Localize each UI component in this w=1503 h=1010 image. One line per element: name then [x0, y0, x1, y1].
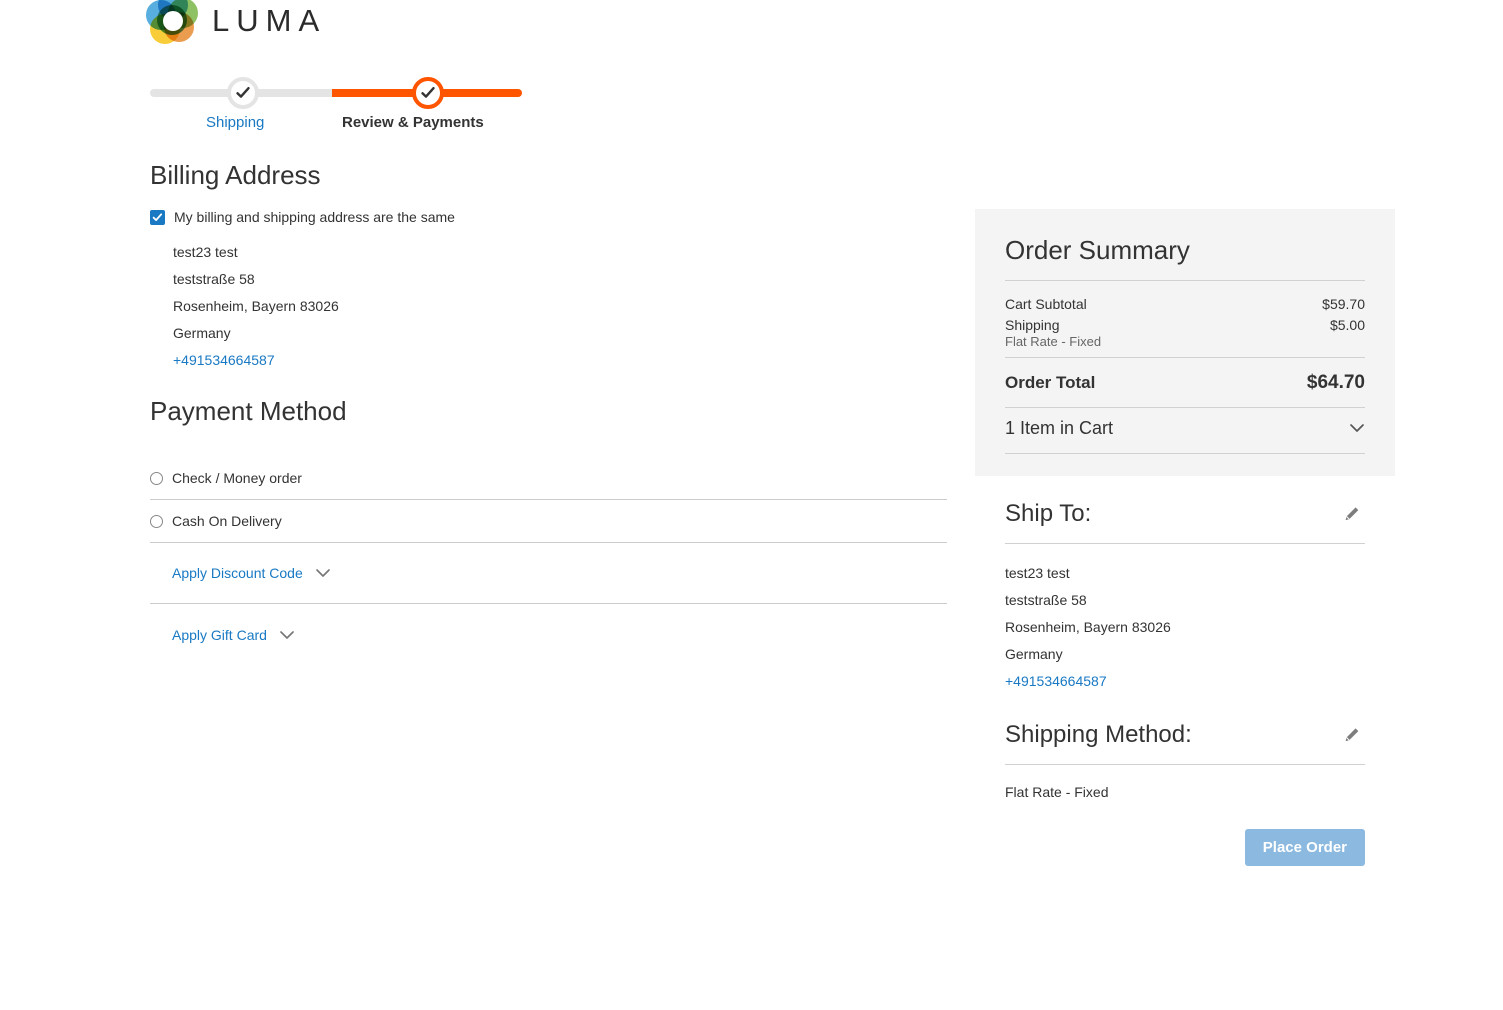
ship-to-header: Ship To: — [1005, 500, 1365, 529]
checkout-main-column: Billing Address My billing and shipping … — [150, 160, 947, 665]
totals-label: Cart Subtotal — [1005, 296, 1087, 313]
billing-street: teststraße 58 — [173, 271, 255, 288]
totals-value: $5.00 — [1329, 317, 1365, 334]
check-icon — [234, 84, 252, 102]
ship-to-title: Ship To: — [1005, 500, 1092, 528]
checkout-sidebar: Order Summary Cart Subtotal $59.70 Shipp… — [975, 209, 1395, 866]
order-total-value: $64.70 — [1306, 372, 1365, 394]
order-summary-title: Order Summary — [1005, 235, 1190, 265]
ship-to-street: teststraße 58 — [1005, 591, 1087, 608]
payment-method-title: Payment Method — [150, 396, 347, 427]
ship-to-country: Germany — [1005, 645, 1063, 662]
payment-method-option-cash-on-delivery[interactable]: Cash On Delivery — [150, 500, 947, 544]
totals-value: $59.70 — [1322, 296, 1365, 313]
checkout-progress-bar: Shipping Review & Payments — [150, 70, 530, 140]
billing-telephone-link[interactable]: +491534664587 — [173, 347, 947, 374]
progress-label-shipping[interactable]: Shipping — [206, 114, 264, 131]
billing-country: Germany — [173, 325, 231, 342]
site-logo[interactable]: LUMA — [146, 0, 327, 46]
cart-items-label: 1 Item in Cart — [1005, 418, 1114, 439]
progress-step-review-node[interactable] — [412, 77, 444, 109]
apply-discount-code-toggle[interactable]: Apply Discount Code — [150, 543, 947, 605]
check-icon — [419, 84, 437, 102]
totals-label: Shipping — [1005, 317, 1060, 334]
totals-row-cart-subtotal: Cart Subtotal $59.70 — [1005, 291, 1365, 312]
ship-to-section: Ship To: test23 test teststraße 58 Rosen… — [975, 500, 1395, 695]
apply-gift-card-toggle[interactable]: Apply Gift Card — [150, 604, 947, 665]
totals-row-shipping: Shipping $5.00 — [1005, 312, 1365, 333]
ship-to-telephone-link[interactable]: +491534664587 — [1005, 668, 1365, 695]
ship-to-city-region-postcode: Rosenheim, Bayern 83026 — [1005, 618, 1171, 635]
totals-row-order-total: Order Total $64.70 — [1005, 358, 1365, 407]
same-address-checkbox[interactable] — [150, 210, 165, 226]
shipping-method-title: Shipping Method: — [1005, 720, 1192, 748]
apply-gift-card-label: Apply Gift Card — [172, 626, 267, 643]
payment-method-option-check-money-order[interactable]: Check / Money order — [150, 457, 947, 501]
cart-items-toggle[interactable]: 1 Item in Cart — [1005, 408, 1365, 453]
same-address-label: My billing and shipping address are the … — [174, 209, 455, 226]
luma-rings-logo-icon — [146, 0, 198, 46]
billing-address-block: test23 test teststraße 58 Rosenheim, Bay… — [173, 239, 947, 374]
divider — [1005, 453, 1365, 455]
ship-to-name: test23 test — [1005, 564, 1070, 581]
chevron-down-icon — [315, 568, 331, 578]
payment-method-label: Check / Money order — [172, 470, 302, 487]
shipping-method-header: Shipping Method: — [1005, 721, 1365, 750]
billing-city-region-postcode: Rosenheim, Bayern 83026 — [173, 298, 339, 315]
shipping-method-value-block: Flat Rate - Fixed — [1005, 765, 1365, 803]
progress-step-shipping-node[interactable] — [227, 77, 259, 109]
pencil-edit-icon[interactable] — [1338, 722, 1365, 749]
progress-label-review: Review & Payments — [342, 114, 484, 131]
pencil-edit-icon[interactable] — [1338, 501, 1365, 528]
order-summary-card: Order Summary Cart Subtotal $59.70 Shipp… — [975, 209, 1395, 477]
chevron-down-icon — [279, 630, 295, 640]
billing-address-title: Billing Address — [150, 160, 321, 190]
check-icon — [152, 213, 163, 222]
billing-name: test23 test — [173, 244, 238, 261]
ship-to-address-block: test23 test teststraße 58 Rosenheim, Bay… — [1005, 544, 1365, 695]
shipping-method-section: Shipping Method: Flat Rate - Fixed — [975, 721, 1395, 803]
checkout-page: LUMA Shipping Review & Payments Billing … — [0, 0, 1503, 1010]
apply-discount-code-label: Apply Discount Code — [172, 565, 303, 582]
shipping-method-value: Flat Rate - Fixed — [1005, 783, 1109, 800]
place-order-actions: Place Order — [975, 803, 1395, 866]
order-totals: Cart Subtotal $59.70 Shipping $5.00 Flat… — [1005, 281, 1365, 455]
chevron-down-icon — [1349, 420, 1365, 438]
order-total-label: Order Total — [1005, 373, 1096, 393]
logo-wordmark: LUMA — [212, 2, 327, 38]
radio-cash-on-delivery[interactable] — [150, 514, 163, 528]
payment-method-label: Cash On Delivery — [172, 513, 282, 530]
shipping-method-sublabel: Flat Rate - Fixed — [1005, 334, 1102, 350]
place-order-button[interactable]: Place Order — [1244, 828, 1365, 866]
billing-same-as-shipping-row[interactable]: My billing and shipping address are the … — [150, 207, 947, 227]
radio-check-money-order[interactable] — [150, 471, 163, 485]
